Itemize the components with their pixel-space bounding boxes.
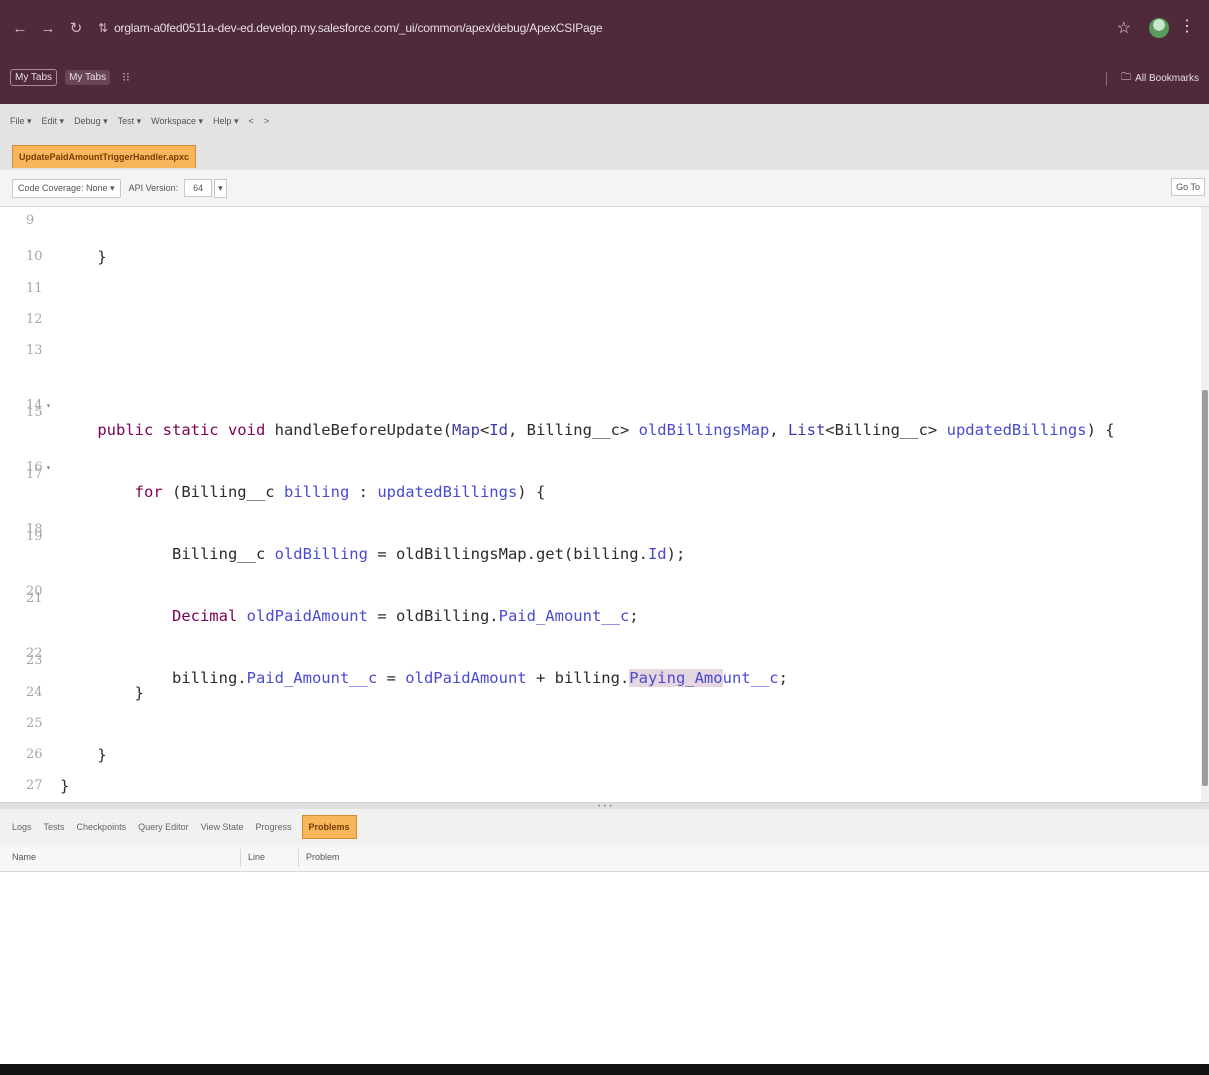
line-number: 15 [26,405,43,420]
tab-logs[interactable]: Logs [12,822,32,832]
goto-button[interactable]: Go To [1171,178,1205,196]
folder-icon: 🗀 [1121,72,1132,83]
column-line[interactable]: Line [248,852,265,862]
column-name[interactable]: Name [12,852,36,862]
column-problem[interactable]: Problem [306,852,340,862]
code-editor[interactable]: 9 10 } 11 12 13 14 ▾ public static void h… [0,207,1209,802]
line-number: 24 [26,685,43,700]
menu-test[interactable]: Test ▾ [118,116,142,127]
code-line: 24 } [0,681,1200,705]
code-line: 17 [0,463,1200,487]
api-version-label: API Version: [128,183,179,193]
code-line: 15 [0,401,1200,425]
code-line: 19 [0,525,1200,549]
url-bar[interactable]: orglam-a0fed0511a-dev-ed.develop.my.sale… [114,21,603,35]
bookmark-my-tabs-2[interactable]: My Tabs [65,69,111,85]
code-text: } [60,777,70,795]
line-number: 19 [26,529,43,544]
bookmark-my-tabs[interactable]: My Tabs [10,68,58,86]
apps-icon[interactable]: ⁝⁝ [122,70,130,84]
code-line: 9 [0,209,1200,233]
menu-workspace[interactable]: Workspace ▾ [151,116,203,127]
code-text: } [60,684,144,702]
panel-tab-strip: Logs Tests Checkpoints Query Editor View… [0,809,1209,845]
line-number: 11 [26,281,43,296]
code-line: 22 billing.Paid_Amount__c = oldPaidAmoun… [0,618,1200,687]
line-number: 26 [26,747,43,762]
code-line: 11 [0,277,1200,301]
taskbar-edge [0,1064,1209,1075]
console-menu-bar: File ▾ Edit ▾ Debug ▾ Test ▾ Workspace ▾… [0,104,1209,138]
bookmark-star-icon[interactable]: ☆ [1117,18,1131,38]
code-line: 10 } [0,245,1200,269]
tab-query-editor[interactable]: Query Editor [138,822,189,832]
code-line: 27} [0,774,1200,798]
tab-tests[interactable]: Tests [44,822,65,832]
line-number: 10 [26,249,43,264]
line-number: 21 [26,591,43,606]
browser-menu-icon[interactable]: ⋮ [1179,16,1195,36]
tab-checkpoints[interactable]: Checkpoints [77,822,127,832]
code-line: 13 [0,339,1200,363]
code-text: } [60,248,107,266]
tab-progress[interactable]: Progress [255,822,291,832]
line-number: 12 [26,312,43,327]
line-number: 9 [26,213,35,228]
reload-icon[interactable]: ↻ [68,19,84,37]
tab-problems[interactable]: Problems [301,815,357,839]
column-divider [240,849,241,867]
line-number: 13 [26,343,43,358]
line-number: 17 [26,467,43,482]
file-tab-active[interactable]: UpdatePaidAmountTriggerHandler.apxc [12,145,197,168]
line-number: 25 [26,716,43,731]
file-tab-strip: UpdatePaidAmountTriggerHandler.apxc [0,138,1209,170]
code-line: 16 ▾ for (Billing__c billing : updatedBil… [0,432,1200,501]
editor-toolbar: Code Coverage: None ▾ API Version: 64 ▾ … [0,170,1209,207]
code-line: 25 [0,712,1200,736]
all-bookmarks[interactable]: 🗀 All Bookmarks [1106,70,1199,87]
code-line: 23 [0,649,1200,673]
back-icon[interactable]: ← [12,20,28,37]
code-text: } [60,746,107,764]
problems-grid-body [0,872,1209,1064]
code-line: 21 [0,587,1200,611]
nav-forward-button[interactable]: > [264,116,269,126]
code-line: 18 Billing__c oldBilling = oldBillingsMa… [0,494,1200,563]
column-divider [298,849,299,867]
api-version-dropdown-icon[interactable]: ▾ [214,178,227,198]
bookmarks-bar: My Tabs My Tabs ⁝⁝ 🗀 All Bookmarks [0,62,1209,92]
menu-file[interactable]: File ▾ [10,116,32,127]
menu-debug[interactable]: Debug ▾ [74,116,108,127]
site-info-icon[interactable]: ⇅ [98,21,108,35]
menu-edit[interactable]: Edit ▾ [42,116,65,127]
divider [1106,71,1108,86]
code-line: 12 [0,308,1200,332]
code-coverage-select[interactable]: Code Coverage: None ▾ [12,178,121,198]
code-line: 26 } [0,743,1200,767]
line-number: 23 [26,653,43,668]
profile-avatar[interactable] [1149,18,1169,38]
browser-chrome: ← → ↻ ⇅ orglam-a0fed0511a-dev-ed.develop… [0,0,1209,104]
nav-back-button[interactable]: < [249,116,254,126]
tab-view-state[interactable]: View State [201,822,244,832]
api-version-value[interactable]: 64 [184,179,213,197]
line-number: 27 [26,778,43,793]
editor-scrollbar-thumb[interactable] [1202,390,1208,786]
code-line: 14 ▾ public static void handleBeforeUpdat… [0,370,1200,439]
all-bookmarks-label: All Bookmarks [1135,73,1199,84]
address-row: ← → ↻ ⇅ orglam-a0fed0511a-dev-ed.develop… [0,8,1209,48]
forward-icon[interactable]: → [40,20,56,37]
panel-splitter[interactable]: • • • [0,802,1209,810]
menu-help[interactable]: Help ▾ [213,116,239,127]
code-line: 20 Decimal oldPaidAmount = oldBilling.Pa… [0,556,1200,625]
problems-grid-header: Name Line Problem [0,845,1209,872]
